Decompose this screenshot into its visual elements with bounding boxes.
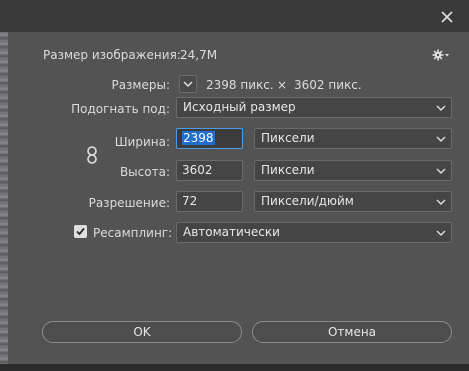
canvas-preview-strip bbox=[0, 32, 8, 371]
checkmark-icon bbox=[76, 227, 85, 236]
settings-button[interactable] bbox=[432, 48, 450, 62]
resolution-unit-select[interactable]: Пиксели/дюйм bbox=[254, 191, 452, 212]
ok-button-label: OK bbox=[133, 325, 151, 339]
dimensions-separator: × bbox=[277, 78, 288, 92]
fit-to-value: Исходный размер bbox=[183, 100, 296, 114]
dimensions-dropdown-button[interactable] bbox=[179, 75, 197, 93]
resample-value: Автоматически bbox=[183, 225, 280, 239]
resolution-unit-value: Пиксели/дюйм bbox=[261, 194, 354, 208]
width-unit-value: Пиксели bbox=[261, 131, 315, 145]
bottom-border bbox=[0, 364, 469, 371]
ok-button[interactable]: OK bbox=[42, 321, 242, 343]
width-input[interactable]: 2398 bbox=[176, 128, 243, 149]
resample-label: Ресамплинг: bbox=[93, 226, 173, 240]
close-button[interactable] bbox=[436, 6, 458, 28]
resolution-value: 72 bbox=[182, 194, 198, 208]
chevron-down-icon bbox=[436, 105, 446, 111]
image-size-value: 24,7M bbox=[180, 48, 218, 62]
width-label: Ширина: bbox=[114, 135, 170, 149]
cancel-button-label: Отмена bbox=[327, 325, 377, 339]
resample-checkbox[interactable] bbox=[74, 225, 87, 238]
close-icon bbox=[441, 11, 453, 23]
image-size-label: Размер изображения: bbox=[43, 48, 181, 62]
chevron-down-icon bbox=[183, 81, 193, 88]
dimensions-height: 3602 пикс. bbox=[294, 78, 362, 92]
height-unit-value: Пиксели bbox=[261, 163, 315, 177]
height-value: 3602 bbox=[182, 163, 213, 177]
fit-to-label: Подогнать под: bbox=[71, 102, 170, 116]
chevron-down-icon bbox=[436, 136, 446, 142]
dimensions-width: 2398 пикс. bbox=[206, 78, 274, 92]
title-bar bbox=[0, 0, 469, 32]
width-unit-select[interactable]: Пиксели bbox=[254, 128, 452, 149]
resolution-label: Разрешение: bbox=[88, 196, 170, 210]
fit-to-select[interactable]: Исходный размер bbox=[176, 97, 452, 118]
resample-select[interactable]: Автоматически bbox=[176, 222, 452, 243]
height-input[interactable]: 3602 bbox=[176, 160, 243, 181]
resolution-input[interactable]: 72 bbox=[176, 191, 243, 212]
chevron-down-icon bbox=[436, 199, 446, 205]
height-unit-select[interactable]: Пиксели bbox=[254, 160, 452, 181]
cancel-button[interactable]: Отмена bbox=[252, 321, 452, 343]
height-label: Высота: bbox=[119, 165, 170, 179]
width-value: 2398 bbox=[182, 131, 215, 145]
chevron-down-icon bbox=[436, 230, 446, 236]
dimensions-label: Размеры: bbox=[111, 78, 170, 92]
chevron-down-icon bbox=[436, 168, 446, 174]
gear-icon bbox=[432, 49, 449, 61]
